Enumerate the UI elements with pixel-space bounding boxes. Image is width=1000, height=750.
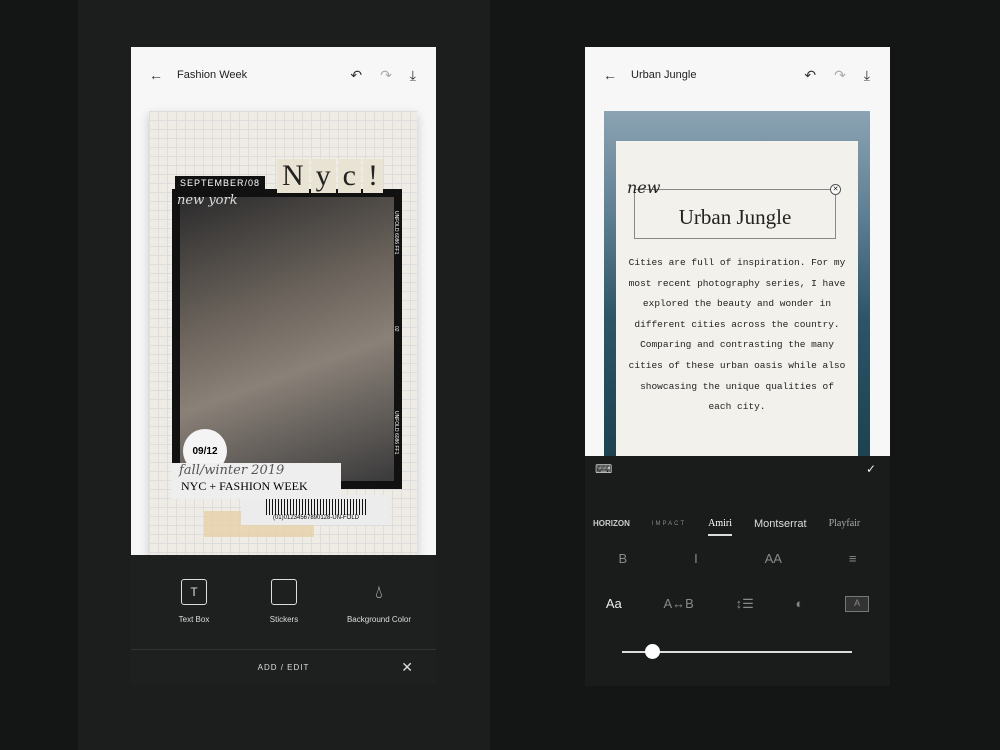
sticker-icon (271, 579, 297, 605)
barcode-sticker: (01)01234567890128-UN-FOLD (241, 495, 391, 525)
align-button[interactable]: ≡ (849, 551, 857, 566)
tool-label: Text Box (178, 615, 210, 624)
body-text[interactable]: Cities are full of inspiration. For my m… (626, 253, 848, 418)
back-arrow-icon[interactable]: ← (149, 67, 163, 83)
undo-icon[interactable]: ↶ (350, 67, 362, 84)
font-option-selected[interactable]: Amiri (708, 518, 733, 536)
poster-canvas[interactable]: SEPTEMBER/08 new york Ny c! UNFOLD 6086 F… (149, 111, 417, 556)
script-text: new york (177, 193, 238, 208)
side-label: UNFOLD 6086 FF1 (393, 411, 399, 455)
letter-spacing-icon[interactable]: A↔B (664, 596, 694, 612)
letter: y (310, 159, 336, 193)
opacity-icon[interactable]: ◐ (795, 596, 803, 612)
page-title: Fashion Week (177, 69, 248, 81)
font-option[interactable]: HORIZON (593, 519, 630, 528)
heading-text[interactable]: Urban Jungle (679, 205, 792, 229)
back-arrow-icon[interactable]: ← (603, 67, 617, 83)
download-icon[interactable]: ⤓ (410, 67, 416, 84)
text-background-icon[interactable]: A (845, 596, 870, 612)
letter: c (337, 159, 361, 193)
drop-icon: 💧︎ (375, 581, 383, 602)
delete-icon[interactable]: ✕ (830, 184, 841, 195)
event-label: fall/winter 2019 NYC + FASHION WEEK (171, 463, 341, 499)
font-picker: HORIZON IMPACT Amiri Montserrat Playfair (593, 511, 890, 536)
font-option[interactable]: IMPACT (652, 521, 686, 527)
header: ← Fashion Week ↶ ↷ ⤓ (131, 47, 436, 103)
tool-panel: T Text Box Stickers 💧︎ Background Color AD… (131, 555, 436, 685)
redo-icon[interactable]: ↷ (380, 67, 392, 84)
stickers-tool[interactable]: Stickers (239, 579, 329, 624)
torn-paper: new Urban Jungle ✕ Cities are full of in… (616, 141, 858, 461)
side-label: 02 (393, 326, 399, 332)
poster-canvas[interactable]: new Urban Jungle ✕ Cities are full of in… (604, 111, 870, 461)
font-option[interactable]: Playfair (829, 518, 861, 529)
selected-text-box[interactable]: new Urban Jungle ✕ (627, 178, 841, 239)
close-icon[interactable]: ✕ (401, 659, 414, 676)
text-controls: ⌨ ✓ HORIZON IMPACT Amiri Montserrat Play… (585, 456, 890, 686)
header: ← Urban Jungle ↶ ↷ ⤓ (585, 47, 890, 103)
style-row: Aa A↔B ↕☰ ◐ A (585, 596, 890, 612)
line-height-icon[interactable]: ↕☰ (736, 596, 754, 612)
page-title: Urban Jungle (631, 69, 697, 81)
fashion-week-editor: ← Fashion Week ↶ ↷ ⤓ SEPTEMBER/08 new yo… (131, 47, 436, 685)
format-row: B I AA ≡ (585, 551, 890, 566)
letter: ! (363, 159, 383, 193)
urban-jungle-editor: ← Urban Jungle ↶ ↷ ⤓ new Urban Jungle ✕ … (585, 47, 890, 686)
side-label: UNFOLD 6086 FF1 (393, 211, 399, 255)
nyc-sticker[interactable]: Ny c! (277, 159, 383, 193)
event-title: NYC + FASHION WEEK (181, 479, 308, 493)
font-option[interactable]: Montserrat (754, 518, 807, 530)
redo-icon[interactable]: ↷ (834, 67, 846, 84)
download-icon[interactable]: ⤓ (864, 67, 870, 84)
background-color-tool[interactable]: 💧︎ Background Color (334, 579, 424, 625)
slider-knob[interactable] (644, 644, 660, 659)
month-label: SEPTEMBER/08 (175, 176, 266, 190)
tool-label: Stickers (269, 615, 299, 624)
new-script: new (627, 178, 661, 197)
add-edit-bar: ADD / EDIT ✕ (131, 649, 436, 685)
uppercase-button[interactable]: AA (765, 551, 782, 566)
check-icon[interactable]: ✓ (866, 462, 876, 476)
size-slider[interactable] (622, 644, 852, 659)
italic-button[interactable]: I (694, 551, 698, 566)
tool-label: Background Color (346, 615, 412, 624)
season-script: fall/winter 2019 (179, 463, 285, 478)
bold-button[interactable]: B (618, 551, 627, 566)
add-edit-label: ADD / EDIT (257, 663, 310, 672)
text-box-icon: T (181, 579, 207, 605)
text-box-tool[interactable]: T Text Box (149, 579, 239, 624)
letter: N (277, 159, 309, 193)
text-size-icon[interactable]: Aa (606, 596, 622, 612)
keyboard-icon[interactable]: ⌨ (595, 462, 612, 476)
undo-icon[interactable]: ↶ (804, 67, 816, 84)
